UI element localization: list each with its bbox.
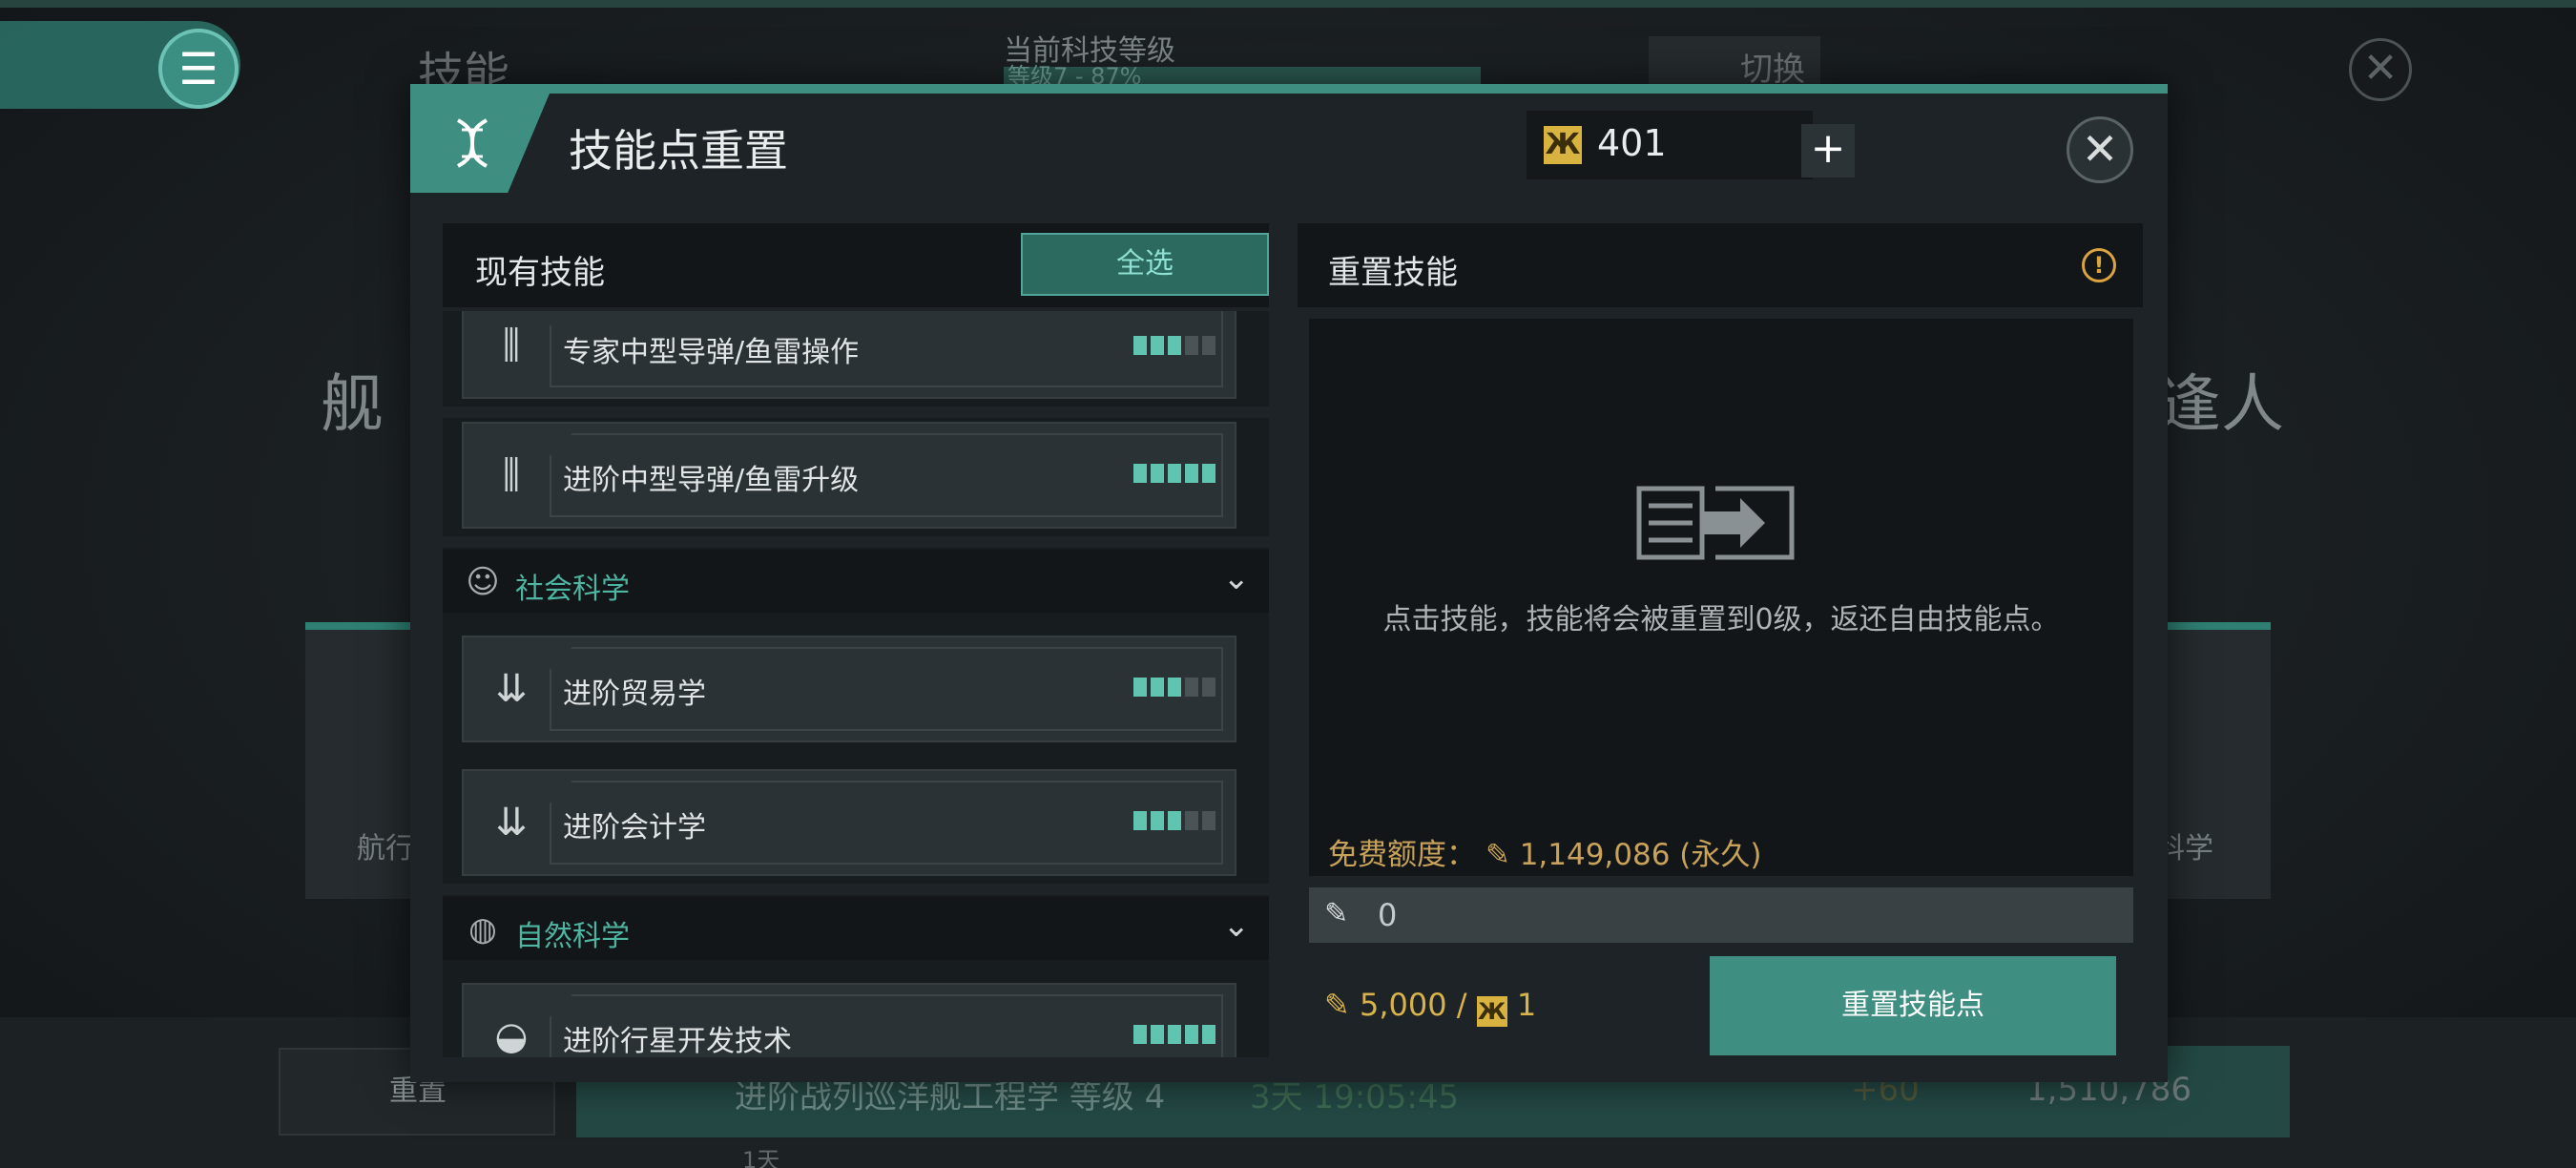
currency-icon: Ж xyxy=(1476,996,1507,1027)
skill-level xyxy=(1133,464,1215,483)
reset-cost: ✎ 5,000 / Ж 1 xyxy=(1324,987,1536,1027)
reset-drop-area: 点击技能，技能将会被重置到0级，返还自由技能点。 免费额度： ✎ 1,149,0… xyxy=(1309,319,2133,876)
skills-list[interactable]: ⫼ 专家中型导弹/鱼雷操作 ⫼ 进阶中型导弹/鱼雷升级 ☺ 社会科学 ⌄ ⇊ 进… xyxy=(443,311,1269,1057)
cart-icon: ⇊ xyxy=(495,801,528,845)
level-pip xyxy=(1133,336,1147,355)
level-pip xyxy=(1202,678,1215,697)
current-skills-header: 现有技能 全选 xyxy=(443,223,1269,307)
free-quota-value: 1,149,086 (永久) xyxy=(1519,838,1762,872)
ship-label-left: 舰 xyxy=(321,367,384,441)
dna-icon xyxy=(410,94,550,193)
empty-hint: 点击技能，技能将会被重置到0级，返还自由技能点。 xyxy=(1382,603,2060,636)
currency-value: 401 xyxy=(1597,122,1667,164)
level-pip xyxy=(1185,811,1198,830)
dialog-header: 技能点重置 Ж 401 + ✕ xyxy=(410,94,2168,198)
reset-amount-value: 0 xyxy=(1378,897,1398,933)
skill-item[interactable]: ⇊ 进阶会计学 xyxy=(462,769,1236,876)
ship-label-right: 逢人 xyxy=(2158,367,2284,441)
add-currency-button[interactable]: + xyxy=(1801,124,1855,177)
level-pip xyxy=(1151,1025,1164,1044)
skill-item[interactable]: ◒ 进阶行星开发技术 xyxy=(462,983,1236,1057)
screen-close-button[interactable]: ✕ xyxy=(2349,38,2412,101)
planet-icon: ◍ xyxy=(468,910,497,949)
level-pip xyxy=(1168,1025,1181,1044)
currency-display: Ж 401 xyxy=(1527,111,1813,179)
missile-icon: ⫼ xyxy=(502,323,521,367)
skill-point-icon: ✎ xyxy=(1324,987,1350,1023)
level-pip xyxy=(1133,678,1147,697)
planet-icon: ◒ xyxy=(494,1014,529,1057)
info-icon[interactable]: ! xyxy=(2082,248,2116,282)
hamburger-icon: ☰ xyxy=(178,43,218,94)
skill-level xyxy=(1133,336,1215,355)
level-pip xyxy=(1202,811,1215,830)
skill-point-reset-icon: ✎ xyxy=(1324,897,1349,930)
level-pip xyxy=(1151,678,1164,697)
day-label: 1天 xyxy=(742,1147,780,1168)
currency-icon: Ж xyxy=(1544,126,1582,164)
level-pip xyxy=(1185,678,1198,697)
skill-level xyxy=(1133,678,1215,697)
reset-skill-points-button[interactable]: 重置技能点 xyxy=(1710,956,2116,1055)
level-pip xyxy=(1185,1025,1198,1044)
free-quota-label: 免费额度： xyxy=(1328,838,1476,872)
level-pip xyxy=(1202,336,1215,355)
skill-name: 进阶行星开发技术 xyxy=(563,1025,792,1057)
reset-skills-header: 重置技能 ! xyxy=(1298,223,2143,307)
level-pip xyxy=(1133,1025,1147,1044)
reset-skills-title: 重置技能 xyxy=(1328,254,1458,292)
group-natural-science[interactable]: ◍ 自然科学 ⌄ xyxy=(443,897,1269,960)
free-quota: 免费额度： ✎ 1,149,086 (永久) xyxy=(1328,830,1762,873)
level-pip xyxy=(1151,464,1164,483)
current-skills-title: 现有技能 xyxy=(475,254,605,292)
level-pip xyxy=(1133,464,1147,483)
level-pip xyxy=(1168,678,1181,697)
skill-name: 进阶会计学 xyxy=(563,811,706,845)
chevron-down-icon[interactable]: ⌄ xyxy=(1223,907,1251,945)
dialog-title: 技能点重置 xyxy=(569,125,788,177)
level-pip xyxy=(1151,336,1164,355)
skill-name: 进阶贸易学 xyxy=(563,678,706,711)
group-name: 社会科学 xyxy=(515,573,630,606)
select-all-button[interactable]: 全选 xyxy=(1021,233,1269,296)
level-pip xyxy=(1202,464,1215,483)
cost-currency: 1 xyxy=(1516,987,1537,1023)
level-pip xyxy=(1133,811,1147,830)
level-pip xyxy=(1185,336,1198,355)
skill-level xyxy=(1133,1025,1215,1044)
skill-level xyxy=(1133,811,1215,830)
close-button[interactable]: ✕ xyxy=(2067,116,2133,183)
menu-button[interactable]: ☰ xyxy=(158,29,239,109)
top-accent-line xyxy=(0,0,2576,8)
skill-name: 专家中型导弹/鱼雷操作 xyxy=(563,336,860,369)
skill-item[interactable]: ⫼ 专家中型导弹/鱼雷操作 xyxy=(462,311,1236,399)
level-pip xyxy=(1168,811,1181,830)
tech-level-bar: 等级7 - 87% xyxy=(1004,65,1481,88)
missile-icon: ⫼ xyxy=(502,453,521,497)
transfer-icon xyxy=(1636,486,1795,560)
current-skills-panel: 现有技能 全选 ⫼ 专家中型导弹/鱼雷操作 ⫼ 进阶中型导弹/鱼雷升级 ☺ 社会… xyxy=(443,223,1269,1057)
skill-point-icon: ✎ xyxy=(1476,838,1520,872)
level-pip xyxy=(1185,464,1198,483)
level-pip xyxy=(1202,1025,1215,1044)
reset-amount-field[interactable]: ✎ 0 xyxy=(1309,887,2133,943)
level-pip xyxy=(1168,336,1181,355)
level-pip xyxy=(1168,464,1181,483)
chevron-down-icon[interactable]: ⌄ xyxy=(1223,559,1251,597)
skill-name: 进阶中型导弹/鱼雷升级 xyxy=(563,464,860,497)
group-social-science[interactable]: ☺ 社会科学 ⌄ xyxy=(443,550,1269,613)
skill-item[interactable]: ⫼ 进阶中型导弹/鱼雷升级 xyxy=(462,422,1236,529)
level-pip xyxy=(1151,811,1164,830)
skill-reset-dialog: 技能点重置 Ж 401 + ✕ 现有技能 全选 ⫼ 专家中型导弹/鱼雷操作 ⫼ xyxy=(410,84,2168,1082)
person-icon: ☺ xyxy=(466,563,500,601)
skill-item[interactable]: ⇊ 进阶贸易学 xyxy=(462,636,1236,742)
cart-icon: ⇊ xyxy=(495,667,528,711)
cost-skill-points: 5,000 / xyxy=(1359,987,1467,1023)
group-name: 自然科学 xyxy=(515,920,630,953)
reset-skills-panel: 重置技能 ! 点击技能，技能将会被重置到0级，返还自由技能点。 免费额度： ✎ … xyxy=(1298,223,2143,1057)
